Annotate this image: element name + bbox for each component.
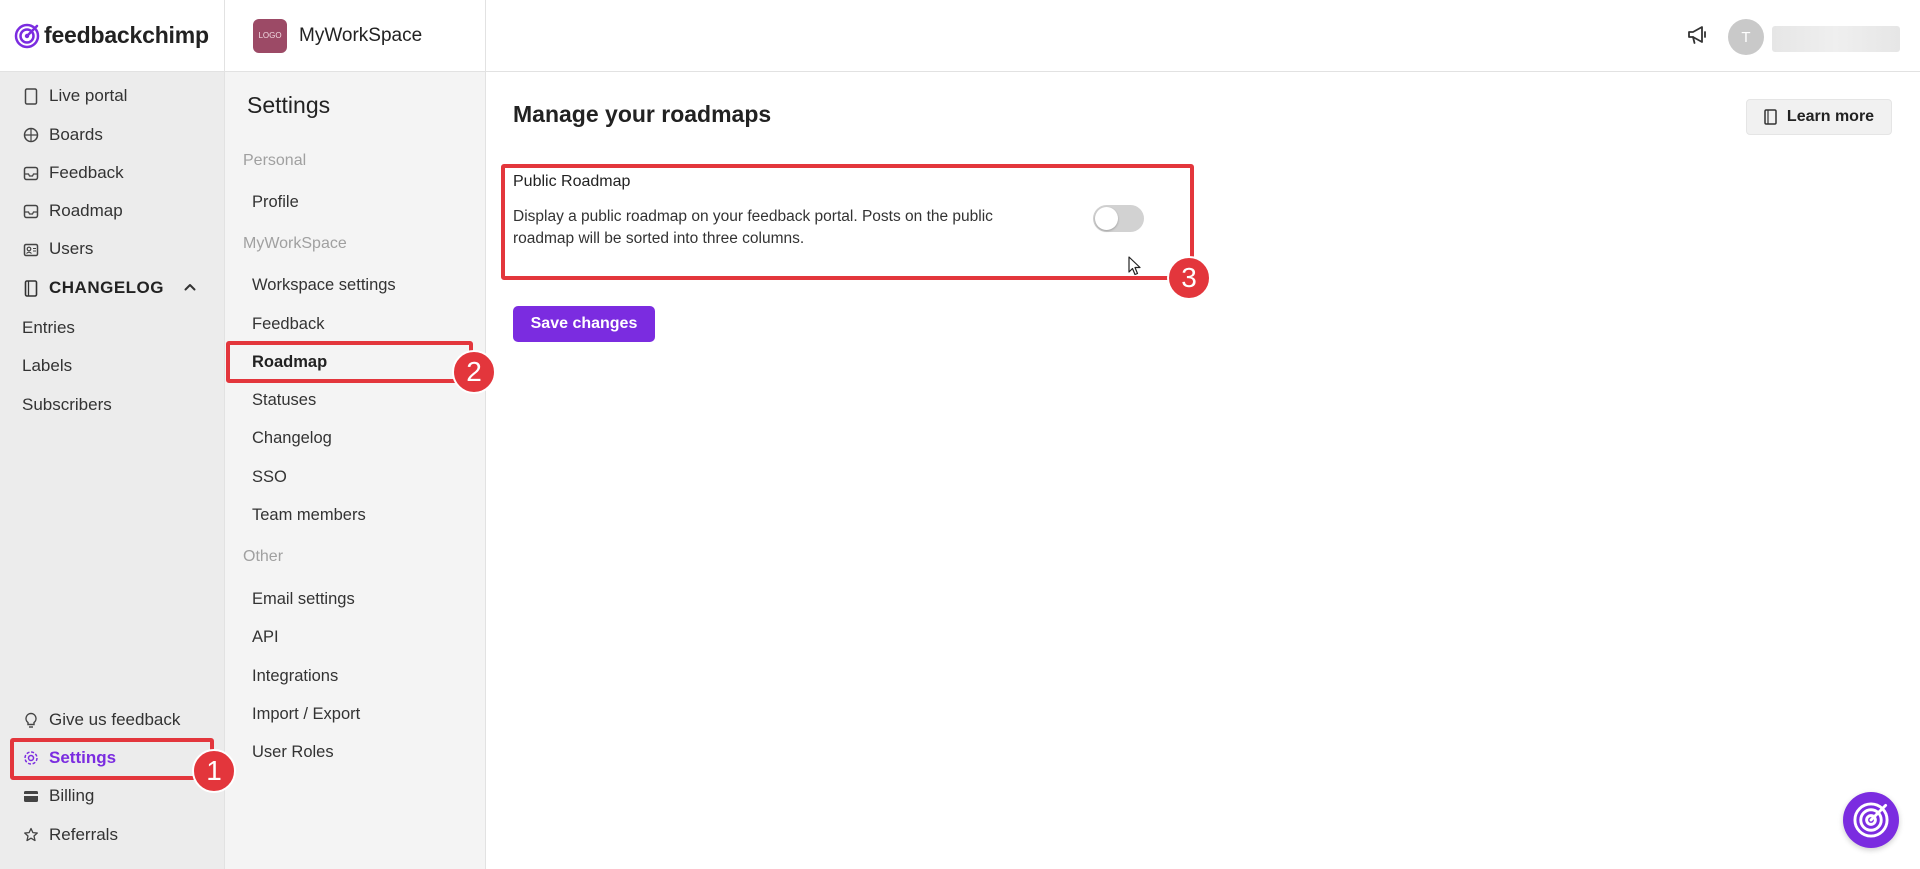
tablet-icon — [22, 87, 40, 105]
settings-item-feedback[interactable]: Feedback — [252, 315, 324, 334]
save-changes-button[interactable]: Save changes — [513, 306, 655, 342]
settings-title: Settings — [247, 92, 331, 118]
nav-section-changelog[interactable]: CHANGELOG — [0, 270, 225, 306]
roadmap-icon — [22, 202, 40, 220]
settings-item-api[interactable]: API — [252, 628, 279, 647]
workspace-logo: LOGO — [253, 18, 287, 53]
settings-item-changelog[interactable]: Changelog — [252, 429, 332, 448]
nav-label: Roadmap — [49, 201, 123, 220]
settings-item-statuses[interactable]: Statuses — [252, 391, 316, 410]
workspace-switcher[interactable]: LOGO MyWorkSpace — [225, 0, 485, 72]
settings-group-workspace: MyWorkSpace — [243, 235, 347, 252]
nav-item-referrals[interactable]: Referrals — [0, 817, 225, 853]
page-title: Manage your roadmaps — [513, 101, 772, 127]
nav-item-boards[interactable]: Boards — [0, 117, 225, 153]
book-icon — [22, 279, 40, 297]
support-chat-button[interactable] — [1843, 792, 1899, 848]
nav-item-live-portal[interactable]: Live portal — [0, 78, 225, 114]
nav-label: Give us feedback — [49, 710, 181, 729]
learn-more-label: Learn more — [1786, 108, 1875, 125]
settings-item-profile[interactable]: Profile — [252, 193, 299, 212]
nav-label: Boards — [49, 125, 103, 144]
settings-item-user-roles[interactable]: User Roles — [252, 743, 334, 762]
boards-icon — [22, 126, 40, 144]
nav-item-feedback[interactable]: Feedback — [0, 155, 225, 191]
settings-item-team-members[interactable]: Team members — [252, 506, 366, 525]
inbox-icon — [22, 164, 40, 182]
settings-group-other: Other — [243, 548, 284, 565]
lightbulb-icon — [22, 711, 40, 729]
avatar[interactable]: T — [1728, 19, 1764, 55]
brand[interactable]: feedbackchimp — [0, 0, 224, 72]
annotation-badge-2: 2 — [452, 350, 496, 394]
nav-item-give-feedback[interactable]: Give us feedback — [0, 702, 225, 738]
nav-item-entries[interactable]: Entries — [0, 310, 225, 346]
megaphone-icon[interactable] — [1686, 24, 1710, 46]
username-redacted[interactable] — [1772, 26, 1900, 52]
nav-item-billing[interactable]: Billing — [0, 778, 225, 814]
annotation-highlight-settings — [10, 738, 214, 780]
users-icon — [22, 240, 40, 258]
settings-item-integrations[interactable]: Integrations — [252, 667, 338, 686]
credit-card-icon — [22, 787, 40, 805]
workspace-logo-text: LOGO — [258, 31, 282, 40]
nav-item-labels[interactable]: Labels — [0, 348, 225, 384]
settings-item-workspace-settings[interactable]: Workspace settings — [252, 276, 396, 295]
settings-item-import-export[interactable]: Import / Export — [252, 705, 360, 724]
feedbackchimp-logo-icon — [1853, 802, 1889, 838]
nav-item-subscribers[interactable]: Subscribers — [0, 387, 225, 423]
settings-sidebar: LOGO MyWorkSpace Settings Personal Profi… — [225, 0, 486, 869]
annotation-badge-3: 3 — [1167, 256, 1211, 300]
nav-label: Feedback — [49, 163, 124, 182]
settings-group-personal: Personal — [243, 152, 307, 169]
feedbackchimp-logo-icon — [14, 23, 40, 48]
annotation-badge-1: 1 — [192, 749, 236, 793]
settings-item-email-settings[interactable]: Email settings — [252, 590, 355, 609]
brand-name: feedbackchimp — [44, 22, 209, 48]
learn-more-button[interactable]: Learn more — [1746, 99, 1892, 135]
book-icon — [1764, 109, 1777, 125]
nav-label: Labels — [22, 356, 73, 375]
annotation-highlight-public-roadmap — [501, 164, 1194, 280]
nav-label: Billing — [49, 786, 95, 805]
nav-label: Users — [49, 239, 94, 258]
settings-item-sso[interactable]: SSO — [252, 468, 287, 487]
annotation-highlight-roadmap — [226, 341, 473, 383]
nav-item-users[interactable]: Users — [0, 231, 225, 267]
mouse-cursor-icon — [1128, 256, 1141, 276]
nav-label: Subscribers — [22, 395, 112, 414]
nav-label: Entries — [22, 318, 75, 337]
workspace-name: MyWorkSpace — [299, 24, 423, 46]
nav-section-label: CHANGELOG — [49, 278, 164, 297]
nav-item-roadmap[interactable]: Roadmap — [0, 193, 225, 229]
star-icon — [22, 826, 40, 844]
chevron-up-icon[interactable] — [182, 279, 198, 295]
nav-label: Referrals — [49, 825, 118, 844]
nav-label: Live portal — [49, 86, 128, 105]
